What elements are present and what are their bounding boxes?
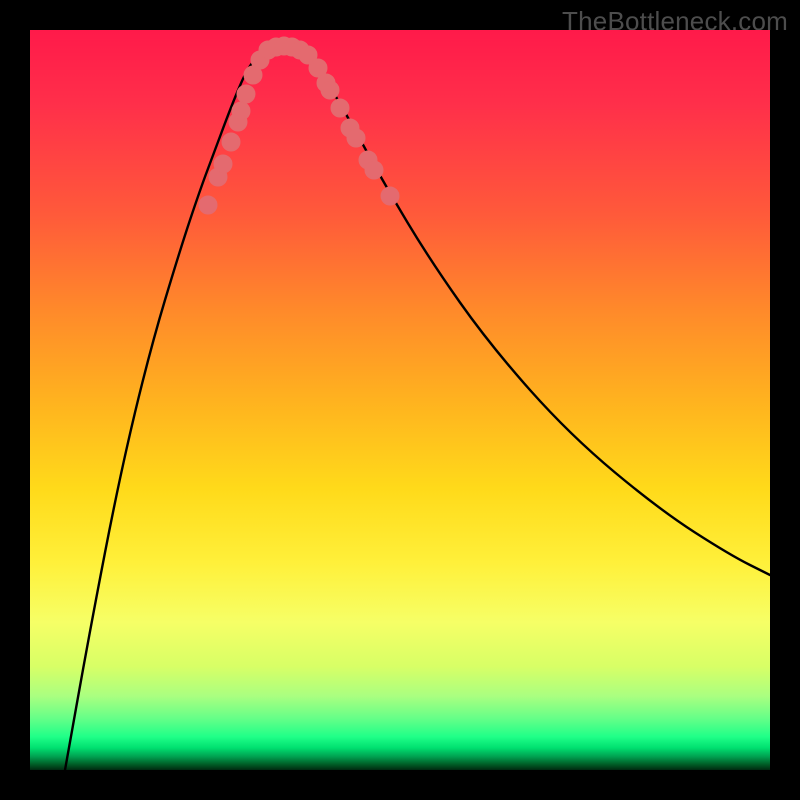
highlight-dot: [347, 129, 365, 147]
highlight-dot: [222, 133, 240, 151]
highlight-dot: [365, 161, 383, 179]
highlight-dots-group: [199, 37, 399, 214]
highlight-dot: [321, 81, 339, 99]
highlight-dot: [331, 99, 349, 117]
bottleneck-curve-svg: [30, 30, 770, 770]
highlight-dot: [199, 196, 217, 214]
highlight-dot: [237, 85, 255, 103]
bottleneck-curve: [65, 46, 770, 770]
chart-plot-area: [30, 30, 770, 770]
highlight-dot: [381, 187, 399, 205]
highlight-dot: [232, 102, 250, 120]
highlight-dot: [214, 155, 232, 173]
